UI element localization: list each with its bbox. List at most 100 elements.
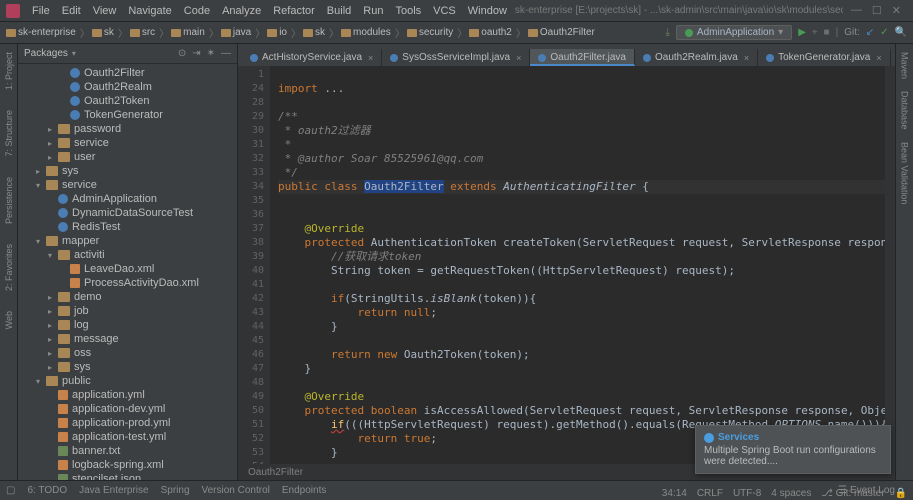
- tree-item[interactable]: ▾service: [18, 178, 237, 192]
- tool-tab[interactable]: Bean Validation: [900, 142, 910, 204]
- breadcrumb-item[interactable]: oauth2: [469, 27, 512, 38]
- tool-tab[interactable]: Database: [900, 91, 910, 130]
- menu-vcs[interactable]: VCS: [427, 3, 462, 19]
- status-item[interactable]: Spring: [161, 485, 190, 496]
- tool-tab[interactable]: Maven: [900, 52, 910, 79]
- breadcrumb-item[interactable]: main: [171, 27, 205, 38]
- info-icon: [704, 433, 714, 443]
- settings-icon[interactable]: ✶: [207, 48, 215, 59]
- menu-build[interactable]: Build: [321, 3, 357, 19]
- tree-item[interactable]: ▸oss: [18, 346, 237, 360]
- tree-item[interactable]: Oauth2Filter: [18, 66, 237, 80]
- menu-window[interactable]: Window: [462, 3, 513, 19]
- tree-item[interactable]: logback-spring.xml: [18, 458, 237, 472]
- left-rail: 1: Project 7: Structure Persistence 2: Favo…: [0, 44, 18, 480]
- lock-icon[interactable]: 🔒: [895, 488, 907, 499]
- status-item[interactable]: Java Enterprise: [79, 485, 148, 496]
- tree-item[interactable]: RedisTest: [18, 220, 237, 234]
- indent[interactable]: 4 spaces: [771, 488, 811, 499]
- tree-item[interactable]: application-dev.yml: [18, 402, 237, 416]
- tree-item[interactable]: ▸sys: [18, 164, 237, 178]
- tool-tab[interactable]: Web: [4, 311, 14, 329]
- breadcrumb-item[interactable]: sk-enterprise: [6, 27, 76, 38]
- tool-tab[interactable]: 1: Project: [4, 52, 14, 90]
- tool-tab[interactable]: 2: Favorites: [4, 244, 14, 291]
- tree-item[interactable]: ▸demo: [18, 290, 237, 304]
- breadcrumb-item[interactable]: sk: [303, 27, 325, 38]
- menu-refactor[interactable]: Refactor: [267, 3, 321, 19]
- locate-icon[interactable]: ⊙: [178, 48, 186, 59]
- breadcrumb-item[interactable]: Oauth2Filter: [528, 27, 595, 38]
- code-editor[interactable]: import ... /** * oauth2过滤器 * * @author S…: [270, 66, 885, 464]
- tree-item[interactable]: TokenGenerator: [18, 108, 237, 122]
- menu-edit[interactable]: Edit: [56, 3, 87, 19]
- menu-analyze[interactable]: Analyze: [216, 3, 267, 19]
- caret-pos[interactable]: 34:14: [662, 488, 687, 499]
- menu-file[interactable]: File: [26, 3, 56, 19]
- tree-item[interactable]: application-test.yml: [18, 430, 237, 444]
- git-branch[interactable]: ⎇ Git: master: [821, 488, 884, 499]
- breadcrumb-item[interactable]: src: [130, 27, 155, 38]
- encoding[interactable]: UTF-8: [733, 488, 761, 499]
- build-icon[interactable]: ⤓: [665, 27, 669, 38]
- close-icon[interactable]: ✕: [892, 4, 901, 17]
- editor-tab[interactable]: Oauth2Realm.java×: [635, 49, 758, 66]
- editor-tab[interactable]: Oauth2Filter.java: [530, 49, 635, 66]
- tree-item[interactable]: Oauth2Token: [18, 94, 237, 108]
- run-icon[interactable]: ▶: [798, 27, 806, 38]
- breadcrumb-item[interactable]: sk: [92, 27, 114, 38]
- breadcrumb-item[interactable]: java: [221, 27, 251, 38]
- tree-item[interactable]: application-prod.yml: [18, 416, 237, 430]
- tree-item[interactable]: ▾mapper: [18, 234, 237, 248]
- tree-item[interactable]: banner.txt: [18, 444, 237, 458]
- tool-tab[interactable]: 7: Structure: [4, 110, 14, 157]
- breadcrumb-item[interactable]: security: [407, 27, 453, 38]
- menu-view[interactable]: View: [87, 3, 123, 19]
- maximize-icon[interactable]: ☐: [872, 4, 882, 17]
- breadcrumb-item[interactable]: io: [267, 27, 287, 38]
- tree-item[interactable]: ▸job: [18, 304, 237, 318]
- minimize-icon[interactable]: —: [851, 4, 862, 17]
- tree-item[interactable]: Oauth2Realm: [18, 80, 237, 94]
- breadcrumb-item[interactable]: modules: [341, 27, 391, 38]
- menu-run[interactable]: Run: [357, 3, 389, 19]
- status-item[interactable]: Endpoints: [282, 485, 326, 496]
- tree-item[interactable]: ▸service: [18, 136, 237, 150]
- menu-code[interactable]: Code: [178, 3, 216, 19]
- hide-icon[interactable]: —: [221, 48, 231, 59]
- tree-item[interactable]: ▾public: [18, 374, 237, 388]
- project-view-combo[interactable]: Packages▾: [24, 48, 76, 59]
- stop-icon[interactable]: ■: [824, 27, 830, 38]
- debug-icon[interactable]: ⌖: [812, 27, 818, 38]
- tree-item[interactable]: application.yml: [18, 388, 237, 402]
- notification-popup[interactable]: Services Multiple Spring Boot run config…: [695, 425, 891, 474]
- collapse-icon[interactable]: ⇥: [192, 48, 200, 59]
- tree-item[interactable]: DynamicDataSourceTest: [18, 206, 237, 220]
- tree-item[interactable]: AdminApplication: [18, 192, 237, 206]
- git-pull-icon[interactable]: ↙: [866, 27, 874, 38]
- tree-item[interactable]: ▸sys: [18, 360, 237, 374]
- tree-item[interactable]: ▸log: [18, 318, 237, 332]
- tree-item[interactable]: ▾activiti: [18, 248, 237, 262]
- editor-tab[interactable]: SysOssServiceImpl.java×: [382, 49, 530, 66]
- tree-item[interactable]: ProcessActivityDao.xml: [18, 276, 237, 290]
- project-tree[interactable]: Oauth2FilterOauth2RealmOauth2TokenTokenG…: [18, 64, 237, 480]
- error-stripe[interactable]: [885, 66, 895, 464]
- status-hide-icon[interactable]: ▢: [6, 485, 15, 496]
- editor-tab[interactable]: TokenGenerator.java×: [758, 49, 891, 66]
- editor-tab[interactable]: ActHistoryService.java×: [242, 49, 382, 66]
- tree-item[interactable]: ▸password: [18, 122, 237, 136]
- tree-item[interactable]: ▸user: [18, 150, 237, 164]
- status-item[interactable]: 6: TODO: [27, 485, 67, 496]
- tree-item[interactable]: ▸message: [18, 332, 237, 346]
- tree-item[interactable]: stencilset.json: [18, 472, 237, 480]
- tool-tab[interactable]: Persistence: [4, 177, 14, 224]
- status-item[interactable]: Version Control: [202, 485, 270, 496]
- git-push-icon[interactable]: ✓: [880, 27, 888, 38]
- menu-tools[interactable]: Tools: [389, 3, 427, 19]
- menu-navigate[interactable]: Navigate: [122, 3, 177, 19]
- tree-item[interactable]: LeaveDao.xml: [18, 262, 237, 276]
- search-icon[interactable]: 🔍: [895, 27, 907, 38]
- line-sep[interactable]: CRLF: [697, 488, 723, 499]
- run-config-combo[interactable]: AdminApplication ▾: [676, 25, 792, 40]
